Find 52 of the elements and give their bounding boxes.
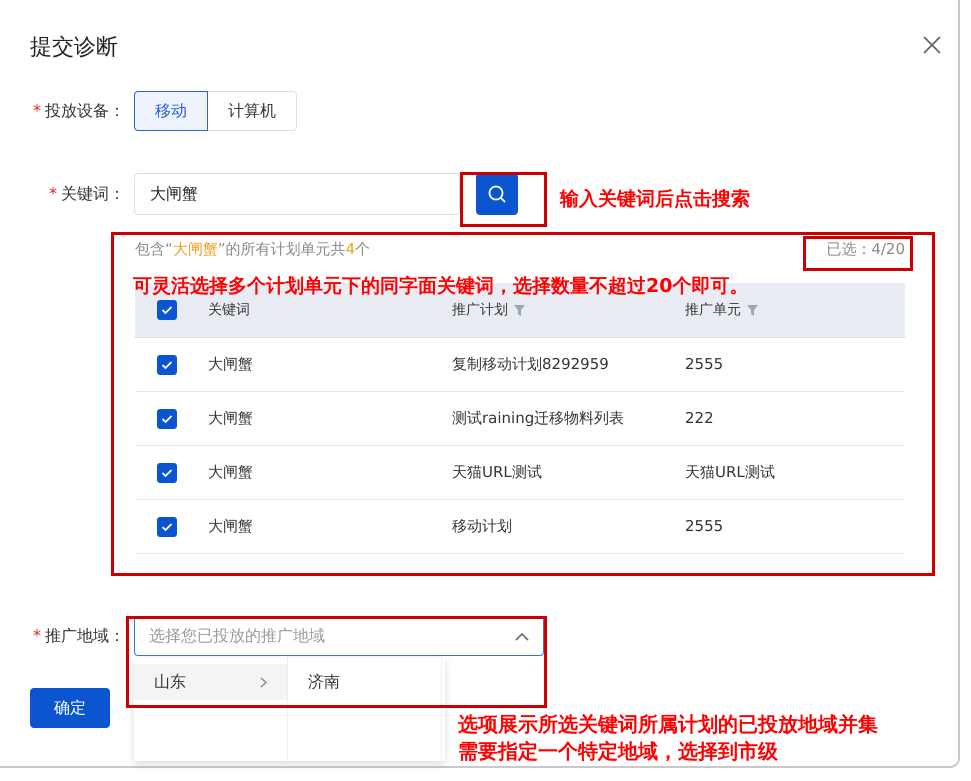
selected-count: 已选：4/20 — [826, 239, 905, 260]
table-cell-text: 天猫URL测试 — [452, 462, 543, 484]
required-mark: * — [49, 183, 57, 205]
table-cell-text: 复制移动计划8292959 — [452, 354, 610, 376]
field-label: 关键词： — [61, 183, 125, 205]
table-cell-text: 大闸蟹 — [208, 516, 254, 538]
annotation-text: 可灵活选择多个计划单元下的同字面关键词，选择数量不超过20个即可。 — [133, 274, 748, 299]
column-header: 推广计划 — [452, 300, 508, 320]
province-option[interactable]: 山东 — [134, 664, 287, 700]
annotation-text: 输入关键词后点击搜索 — [560, 187, 750, 212]
dialog-title: 提交诊断 — [30, 34, 118, 62]
check-icon — [161, 414, 173, 424]
check-icon — [161, 468, 173, 478]
column-header: 推广单元 — [685, 300, 741, 320]
annotation-text: 选项展示所选关键词所属计划的已投放地域并集 需要指定一个特定地域，选择到市级 — [458, 711, 878, 765]
search-icon — [487, 184, 507, 204]
select-placeholder: 选择您已投放的推广地域 — [149, 625, 325, 647]
filter-icon — [514, 304, 525, 316]
row-checkbox[interactable] — [157, 516, 177, 536]
city-option[interactable]: 济南 — [288, 664, 441, 700]
chevron-up-icon — [515, 632, 529, 640]
column-header: 关键词 — [208, 300, 250, 320]
table-cell-text: 天猫URL测试 — [685, 462, 776, 484]
row-checkbox[interactable] — [157, 462, 177, 482]
segment-button[interactable]: 计算机 — [208, 91, 297, 131]
required-mark: * — [33, 100, 41, 122]
option-label: 山东 — [154, 671, 186, 693]
table-cell-text: 2555 — [685, 354, 724, 376]
segment-button[interactable]: 移动 — [134, 91, 208, 131]
row-checkbox[interactable] — [157, 408, 177, 428]
table-cell-text: 移动计划 — [452, 516, 513, 538]
row-checkbox[interactable] — [157, 354, 177, 374]
check-icon — [161, 360, 173, 370]
table-cell-text: 大闸蟹 — [208, 408, 254, 430]
search-button[interactable] — [476, 173, 518, 215]
check-icon — [161, 305, 173, 315]
table-cell-text: 大闸蟹 — [208, 462, 254, 484]
chevron-right-icon — [260, 676, 267, 688]
field-label: 推广地域： — [45, 625, 125, 647]
table-cell-text: 2555 — [685, 516, 724, 538]
table-cell-text: 大闸蟹 — [208, 354, 254, 376]
result-summary: 包含“大闸蟹”的所有计划单元共4个 — [135, 239, 370, 260]
filter-icon — [747, 304, 758, 316]
confirm-button[interactable]: 确定 — [30, 688, 110, 728]
field-label: 投放设备： — [45, 100, 125, 122]
required-mark: * — [33, 625, 41, 647]
keyword-field[interactable]: 大闸蟹 — [134, 173, 460, 215]
select-all-checkbox[interactable] — [157, 300, 177, 320]
close-icon — [922, 34, 942, 55]
table-cell-text: 测试raining迁移物料列表 — [452, 408, 626, 430]
table-cell-text: 222 — [685, 408, 715, 430]
check-icon — [161, 522, 173, 532]
